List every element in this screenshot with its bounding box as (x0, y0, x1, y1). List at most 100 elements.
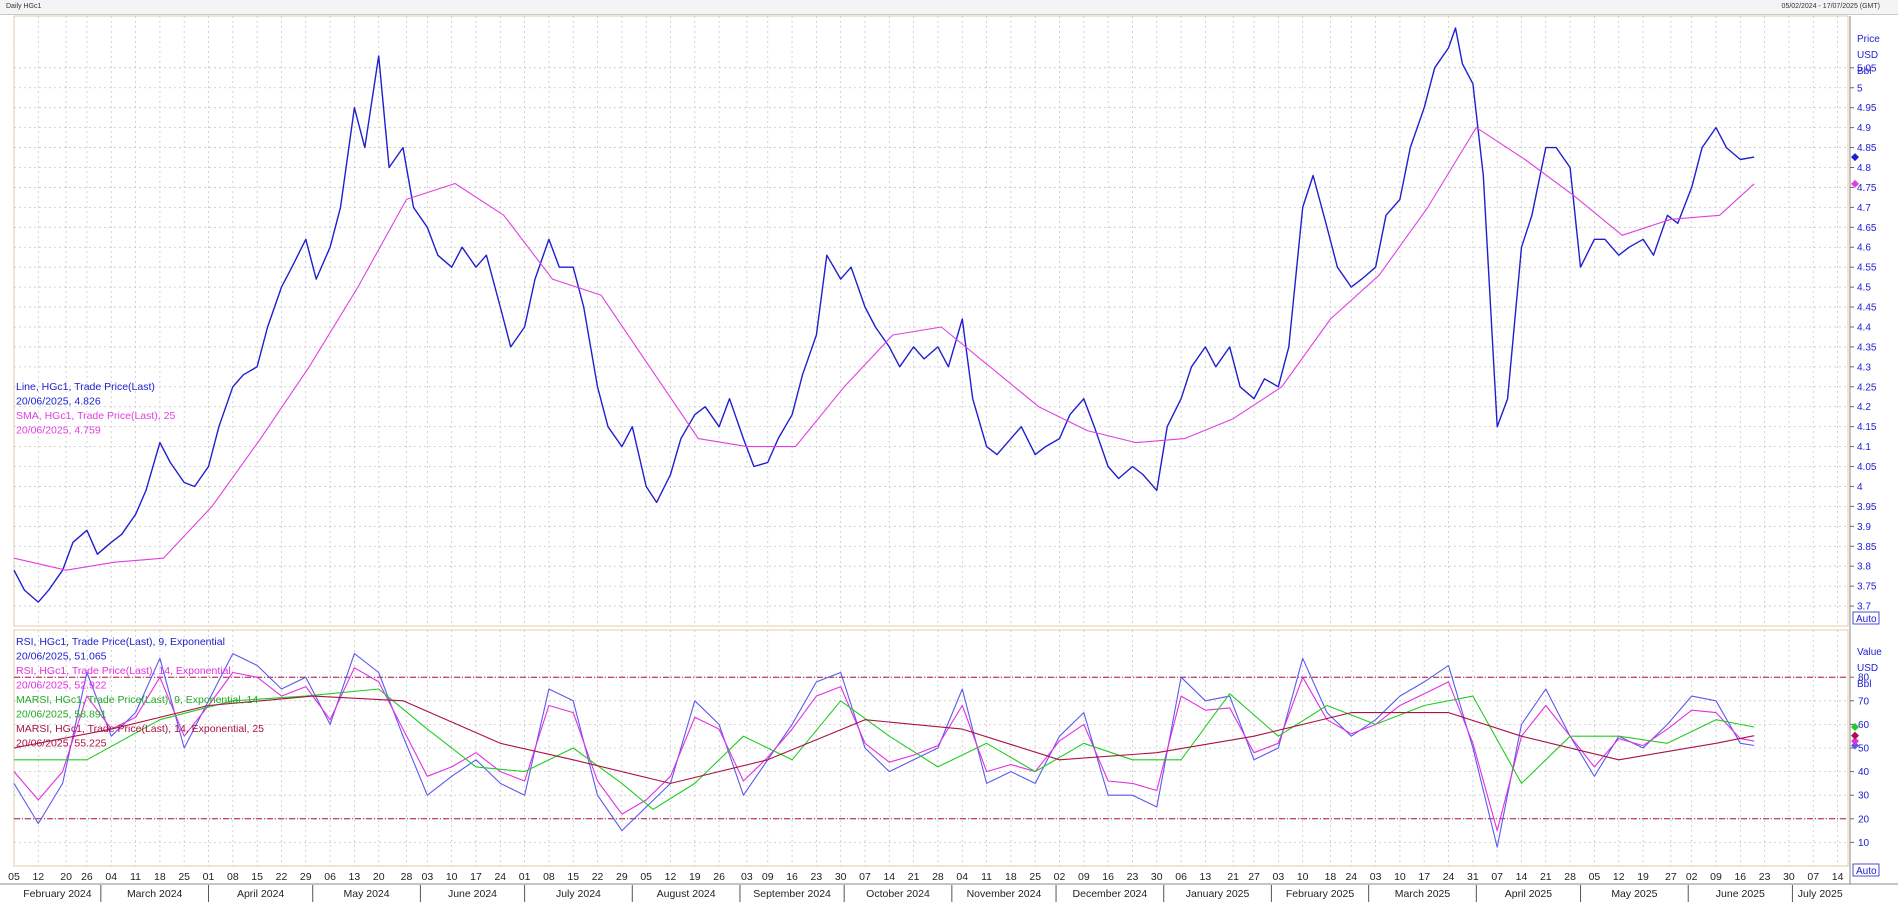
x-day-tick-label: 02 (1054, 871, 1066, 883)
x-month-label: December 2024 (1073, 888, 1148, 900)
x-day-tick-label: 19 (1637, 871, 1649, 883)
price-tick-label: 4.15 (1857, 422, 1877, 433)
chart-canvas[interactable]: 3.7 3.75 3.8 3.85 3.9 3.95 4 4.05 4.1 4.15 4.2 4.25… (0, 0, 1898, 902)
x-day-tick-label: 12 (665, 871, 677, 883)
price-tick-label: 4.75 (1857, 183, 1877, 194)
price-tick-label: 4.2 (1857, 402, 1871, 413)
x-day-tick-label: 18 (1005, 871, 1017, 883)
price-axis-title: USD (1857, 50, 1878, 61)
x-month-label: November 2024 (967, 888, 1042, 900)
x-day-tick-label: 27 (1248, 871, 1260, 883)
x-day-tick-label: 12 (32, 871, 44, 883)
price-axis-title: Bbl (1857, 66, 1871, 77)
x-day-tick-label: 21 (908, 871, 920, 883)
x-day-tick-label: 13 (1200, 871, 1212, 883)
x-month-label: August 2024 (657, 888, 716, 900)
x-day-tick-label: 05 (640, 871, 652, 883)
x-day-tick-label: 16 (1734, 871, 1746, 883)
x-month-label: January 2025 (1186, 888, 1250, 900)
x-day-tick-label: 16 (786, 871, 798, 883)
indicator-legend-line: 20/06/2025, 52.922 (16, 680, 107, 692)
x-day-tick-label: 11 (981, 871, 992, 883)
x-month-label: April 2024 (237, 888, 284, 900)
x-month-label: September 2024 (753, 888, 831, 900)
x-day-tick-label: 18 (154, 871, 166, 883)
indicator-legend-line: MARSI, HGc1, Trade Price(Last), 9, Expon… (16, 694, 258, 706)
x-day-tick-label: 24 (494, 871, 506, 883)
x-day-tick-label: 05 (1589, 871, 1601, 883)
price-tick-label: 4.9 (1857, 123, 1871, 134)
x-day-tick-label: 04 (956, 871, 968, 883)
x-month-label: February 2025 (1286, 888, 1354, 900)
x-day-tick-label: 09 (1710, 871, 1722, 883)
x-day-tick-label: 03 (422, 871, 434, 883)
x-day-tick-label: 01 (203, 871, 215, 883)
x-day-tick-label: 14 (1832, 871, 1844, 883)
x-day-tick-label: 22 (592, 871, 604, 883)
price-tick-label: 4.8 (1857, 163, 1871, 174)
x-month-label: February 2024 (23, 888, 91, 900)
x-day-tick-label: 14 (1516, 871, 1528, 883)
price-auto-button[interactable]: Auto (1852, 611, 1880, 625)
price-legend-line: SMA, HGc1, Trade Price(Last), 25 (16, 410, 175, 422)
x-day-tick-label: 07 (1491, 871, 1503, 883)
indicator-legend-line: RSI, HGc1, Trade Price(Last), 14, Expone… (16, 665, 231, 677)
x-day-tick-label: 10 (1394, 871, 1406, 883)
indicator-legend-line: 20/06/2025, 51.065 (16, 651, 107, 663)
x-month-label: June 2025 (1716, 888, 1765, 900)
price-tick-label: 4.4 (1857, 322, 1871, 333)
indicator-tick-label: 60 (1858, 720, 1870, 731)
x-day-tick-label: 10 (446, 871, 458, 883)
price-tick-label: 4.3 (1857, 362, 1871, 373)
x-month-label: October 2024 (866, 888, 930, 900)
indicator-legend-line: 20/06/2025, 55.225 (16, 738, 107, 750)
x-month-label: March 2025 (1395, 888, 1451, 900)
x-day-tick-label: 08 (227, 871, 239, 883)
x-day-tick-label: 08 (543, 871, 555, 883)
price-tick-label: 4.65 (1857, 223, 1877, 234)
x-day-tick-label: 29 (300, 871, 312, 883)
x-day-tick-label: 05 (8, 871, 20, 883)
x-day-tick-label: 18 (1325, 871, 1337, 883)
x-day-tick-label: 14 (883, 871, 895, 883)
x-day-tick-label: 26 (713, 871, 725, 883)
x-day-tick-label: 11 (130, 871, 141, 883)
x-day-tick-label: 12 (1613, 871, 1625, 883)
price-tick-label: 3.75 (1857, 582, 1877, 593)
x-day-tick-label: 29 (616, 871, 628, 883)
x-day-tick-label: 09 (1078, 871, 1090, 883)
indicator-auto-button[interactable]: Auto (1852, 863, 1880, 877)
x-day-tick-label: 23 (1759, 871, 1771, 883)
indicator-auto-button-label: Auto (1856, 866, 1877, 877)
x-day-tick-label: 27 (1665, 871, 1677, 883)
indicator-legend-line: 20/06/2025, 58.891 (16, 709, 107, 721)
price-tick-label: 3.7 (1857, 602, 1871, 613)
x-day-tick-label: 23 (1127, 871, 1139, 883)
x-day-tick-label: 17 (470, 871, 482, 883)
x-day-tick-label: 03 (1273, 871, 1285, 883)
x-day-tick-label: 20 (60, 871, 72, 883)
x-day-tick-label: 30 (1151, 871, 1163, 883)
indicator-legend-line: MARSI, HGc1, Trade Price(Last), 14, Expo… (16, 723, 264, 735)
price-legend-line: 20/06/2025, 4.759 (16, 425, 101, 437)
x-day-tick-label: 06 (1175, 871, 1187, 883)
x-day-tick-label: 09 (762, 871, 774, 883)
x-day-tick-label: 07 (859, 871, 871, 883)
x-month-label: May 2025 (1611, 888, 1657, 900)
price-axis-title: Price (1857, 34, 1880, 45)
x-day-tick-label: 23 (811, 871, 823, 883)
x-month-label: July 2025 (1798, 888, 1843, 900)
x-day-tick-label: 10 (1297, 871, 1309, 883)
price-auto-button-label: Auto (1856, 614, 1877, 625)
indicator-tick-label: 70 (1858, 696, 1870, 707)
price-tick-label: 3.95 (1857, 502, 1877, 513)
indicator-tick-label: 40 (1858, 767, 1870, 778)
indicator-axis-title: Value (1857, 647, 1882, 658)
indicator-tick-label: 20 (1858, 814, 1870, 825)
x-month-label: July 2024 (556, 888, 601, 900)
indicator-axis-title: USD (1857, 663, 1878, 674)
price-tick-label: 3.9 (1857, 522, 1871, 533)
x-day-tick-label: 25 (178, 871, 190, 883)
x-day-tick-label: 21 (1540, 871, 1552, 883)
indicator-tick-label: 50 (1858, 744, 1870, 755)
